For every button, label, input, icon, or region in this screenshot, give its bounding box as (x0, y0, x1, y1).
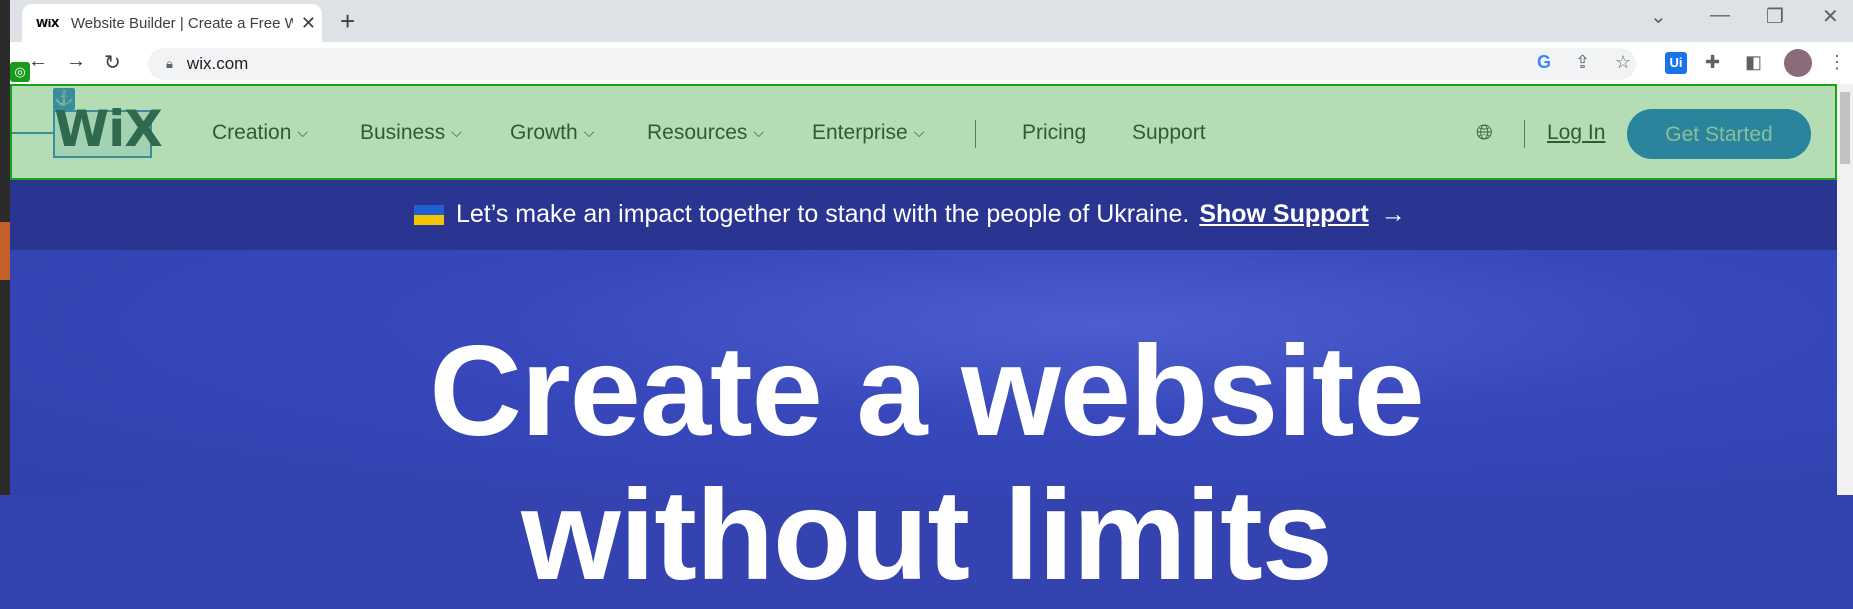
tab-title: Website Builder | Create a Free W (70, 14, 293, 32)
browser-toolbar: ← → ↻ 🔒︎ wix.com G ⇪ ☆ Ui ✚ ◧ ⋮ (10, 42, 1853, 84)
address-bar[interactable]: 🔒︎ wix.com (148, 48, 1636, 80)
tab-search-chevron-icon[interactable]: ⌄ (1650, 4, 1667, 29)
bookmark-star-icon[interactable]: ☆ (1615, 52, 1631, 73)
minimize-icon[interactable]: — (1710, 4, 1730, 27)
extensions-puzzle-icon[interactable]: ✚ (1705, 52, 1720, 73)
browser-tab[interactable]: WiX Website Builder | Create a Free W ✕ (22, 4, 322, 42)
show-support-link[interactable]: Show Support (1199, 200, 1368, 229)
url-text: wix.com (186, 54, 249, 73)
uipath-extension-icon[interactable]: Ui (1665, 52, 1687, 74)
banner-content: Let’s make an impact together to stand w… (414, 200, 1406, 229)
arrow-right-icon: → (1380, 200, 1406, 228)
forward-icon[interactable]: → (66, 50, 86, 73)
new-tab-button[interactable]: + (340, 6, 355, 37)
tab-close-icon[interactable]: ✕ (301, 13, 316, 34)
back-icon[interactable]: ← (28, 50, 48, 73)
lock-icon: 🔒︎ (166, 56, 173, 71)
element-highlight-overlay (10, 84, 1837, 180)
profile-avatar[interactable] (1784, 49, 1812, 77)
side-panel-icon[interactable]: ◧ (1745, 52, 1762, 73)
browser-tabbar: WiX Website Builder | Create a Free W ✕ … (10, 0, 1853, 42)
ukraine-flag-icon (414, 204, 444, 225)
restore-icon[interactable]: ❐ (1766, 4, 1784, 29)
target-icon: ◎ (10, 62, 30, 82)
reload-icon[interactable]: ↻ (104, 50, 121, 75)
hero-title-line2: without limits (521, 464, 1333, 607)
google-icon[interactable]: G (1537, 52, 1551, 73)
hero-title-line1: Create a website (429, 320, 1424, 463)
scrollbar-thumb[interactable] (1840, 92, 1850, 164)
banner-text: Let’s make an impact together to stand w… (456, 200, 1190, 228)
share-icon[interactable]: ⇪ (1575, 52, 1590, 73)
page-scrollbar[interactable] (1837, 84, 1853, 495)
close-window-icon[interactable]: ✕ (1822, 4, 1839, 29)
wix-favicon-icon: WiX (36, 16, 59, 30)
left-edge-marker (0, 222, 10, 280)
menu-kebab-icon[interactable]: ⋮ (1828, 52, 1846, 73)
